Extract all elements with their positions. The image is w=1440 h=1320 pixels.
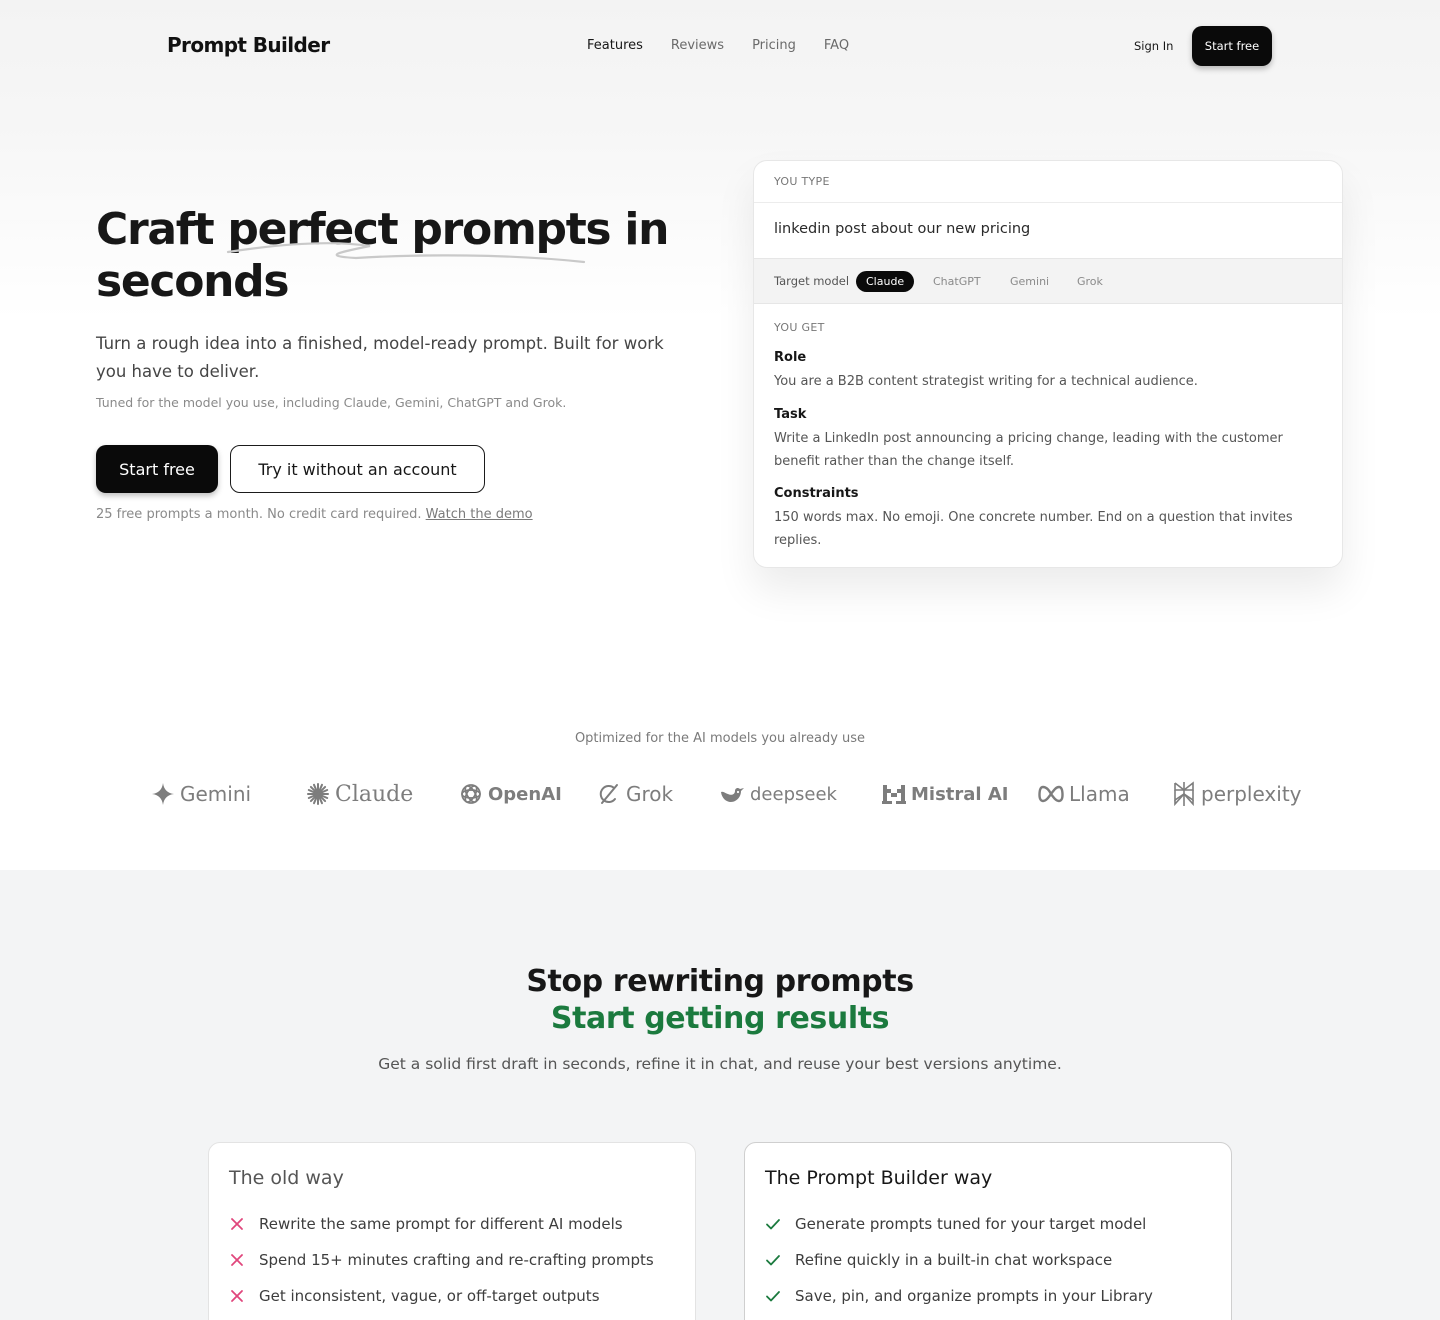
new-way-title: The Prompt Builder way bbox=[765, 1167, 993, 1189]
brand-grok: Grok bbox=[597, 778, 673, 810]
brand-claude-label: Claude bbox=[335, 781, 414, 807]
brand-perplexity-label: perplexity bbox=[1201, 782, 1302, 806]
x-icon bbox=[231, 1218, 243, 1230]
brand-deepseek-label: deepseek bbox=[750, 783, 837, 805]
nav-faq[interactable]: FAQ bbox=[824, 38, 849, 53]
check-icon bbox=[766, 1255, 780, 1266]
target-model-label: Target model bbox=[774, 274, 850, 288]
hero-start-free-button[interactable]: Start free bbox=[96, 445, 218, 493]
output-role-heading: Role bbox=[774, 350, 807, 365]
brand-gemini-label: Gemini bbox=[180, 782, 252, 806]
hero-note-text: 25 free prompts a month. No credit card … bbox=[96, 507, 422, 522]
openai-knot-icon bbox=[461, 784, 481, 804]
brand-perplexity: perplexity bbox=[1172, 778, 1302, 810]
hero-tuned-text: Tuned for the model you use, including C… bbox=[96, 395, 567, 410]
old-way-item: Get inconsistent, vague, or off-target o… bbox=[229, 1287, 600, 1305]
demo-card: YOU TYPE linkedin post about our new pri… bbox=[753, 160, 1343, 568]
mistral-blocks-icon bbox=[882, 785, 906, 804]
demo-input-text[interactable]: linkedin post about our new pricing bbox=[774, 221, 1030, 237]
gemini-star-icon bbox=[152, 783, 174, 805]
model-chip-gemini[interactable]: Gemini bbox=[1010, 271, 1049, 292]
brand-deepseek: deepseek bbox=[719, 778, 837, 810]
old-way-item: Rewrite the same prompt for different AI… bbox=[229, 1215, 623, 1233]
new-way-item: Generate prompts tuned for your target m… bbox=[765, 1215, 1146, 1233]
comparison-subtitle: Get a solid first draft in seconds, refi… bbox=[378, 1055, 1062, 1073]
old-way-card: The old way Rewrite the same prompt for … bbox=[208, 1142, 696, 1320]
header-start-free-button[interactable]: Start free bbox=[1192, 26, 1272, 66]
x-icon bbox=[231, 1290, 243, 1302]
hero-note: 25 free prompts a month. No credit card … bbox=[96, 507, 533, 522]
main-nav: Features Reviews Pricing FAQ bbox=[587, 38, 849, 53]
logo[interactable]: Prompt Builder bbox=[167, 33, 330, 57]
model-chip-grok[interactable]: Grok bbox=[1077, 271, 1103, 292]
meta-infinity-icon bbox=[1038, 785, 1064, 803]
comparison-title: Stop rewriting prompts bbox=[526, 964, 914, 999]
check-icon bbox=[766, 1291, 780, 1302]
nav-features[interactable]: Features bbox=[587, 38, 643, 53]
output-task-heading: Task bbox=[774, 407, 807, 422]
output-role-text: You are a B2B content strategist writing… bbox=[774, 374, 1198, 389]
check-icon bbox=[766, 1219, 780, 1230]
models-caption: Optimized for the AI models you already … bbox=[574, 731, 866, 746]
output-constraints-heading: Constraints bbox=[774, 486, 859, 501]
brand-mistral: Mistral AI bbox=[882, 778, 1009, 810]
grok-slash-icon bbox=[599, 784, 618, 804]
nav-reviews[interactable]: Reviews bbox=[671, 38, 724, 53]
x-icon bbox=[231, 1254, 243, 1266]
old-way-title: The old way bbox=[229, 1167, 344, 1189]
try-without-account-button[interactable]: Try it without an account bbox=[230, 445, 485, 493]
old-way-item: Spend 15+ minutes crafting and re-crafti… bbox=[229, 1251, 654, 1269]
you-type-label: YOU TYPE bbox=[774, 175, 830, 188]
new-way-card: The Prompt Builder way Generate prompts … bbox=[744, 1142, 1232, 1320]
comparison-title-accent: Start getting results bbox=[550, 1001, 890, 1036]
model-chip-claude[interactable]: Claude bbox=[856, 271, 915, 292]
claude-burst-icon bbox=[307, 783, 329, 805]
hero-subtitle: Turn a rough idea into a finished, model… bbox=[96, 334, 664, 381]
output-task-text: Write a LinkedIn post announcing a prici… bbox=[774, 431, 1283, 469]
new-way-item: Save, pin, and organize prompts in your … bbox=[765, 1287, 1153, 1305]
target-model-bar: Target model Claude ChatGPT Gemini Grok bbox=[754, 258, 1342, 304]
nav-pricing[interactable]: Pricing bbox=[752, 38, 796, 53]
swoosh-underline-icon bbox=[226, 242, 586, 264]
brand-gemini: Gemini bbox=[151, 778, 251, 810]
brand-llama-label: Llama bbox=[1069, 782, 1130, 806]
brand-openai-label: OpenAI bbox=[488, 783, 562, 805]
deepseek-whale-icon bbox=[721, 787, 744, 802]
watch-demo-link[interactable]: Watch the demo bbox=[426, 507, 533, 522]
brand-llama: Llama bbox=[1038, 778, 1130, 810]
sign-in-link[interactable]: Sign In bbox=[1134, 39, 1173, 53]
brand-mistral-label: Mistral AI bbox=[911, 783, 1009, 805]
brand-claude: Claude bbox=[306, 778, 413, 810]
perplexity-icon bbox=[1174, 781, 1194, 807]
model-chip-chatgpt[interactable]: ChatGPT bbox=[933, 271, 981, 292]
output-constraints-text: 150 words max. No emoji. One concrete nu… bbox=[774, 510, 1293, 548]
you-get-label: YOU GET bbox=[774, 321, 825, 334]
brand-openai: OpenAI bbox=[459, 778, 562, 810]
new-way-item: Refine quickly in a built-in chat worksp… bbox=[765, 1251, 1112, 1269]
card-divider bbox=[754, 202, 1342, 203]
brand-grok-label: Grok bbox=[626, 782, 674, 806]
